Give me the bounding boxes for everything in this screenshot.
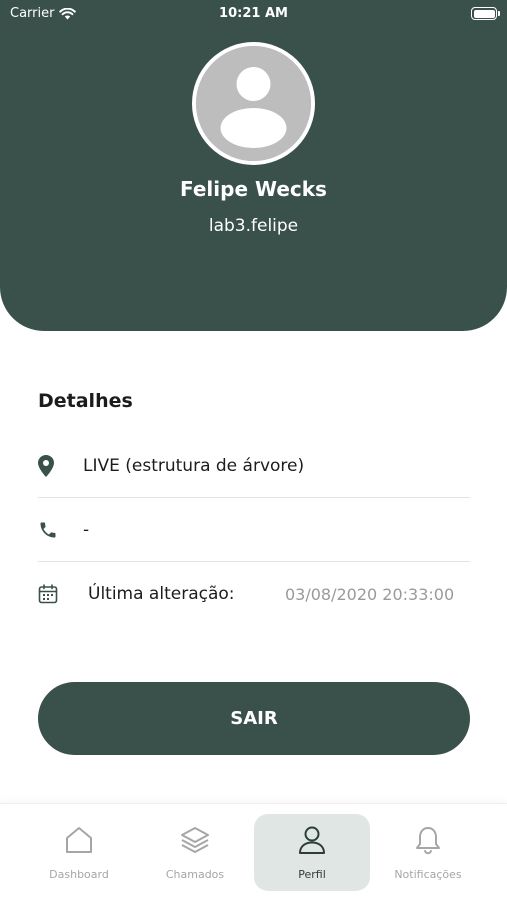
phone-row: -	[38, 498, 470, 562]
battery-icon	[471, 7, 500, 20]
nav-item-notificacoes[interactable]: Notificações	[370, 814, 486, 891]
battery-fill	[473, 9, 495, 18]
nav-label-chamados: Chamados	[165, 868, 225, 881]
calendar-icon	[38, 584, 60, 604]
home-icon	[63, 822, 95, 858]
layers-icon	[179, 822, 211, 858]
last-change-label: Última alteração:	[88, 584, 235, 604]
nav-item-dashboard[interactable]: Dashboard	[21, 814, 137, 891]
last-change-value: 03/08/2020 20:33:00	[285, 584, 455, 604]
profile-username: lab3.felipe	[208, 216, 299, 236]
nav-label-notificacoes: Notificações	[394, 868, 462, 881]
nav-label-dashboard: Dashboard	[49, 868, 109, 881]
nav-item-chamados[interactable]: Chamados	[137, 814, 253, 891]
phone-icon	[38, 520, 60, 540]
bottom-nav: Dashboard Chamados Perfil Notificações	[0, 803, 507, 900]
bell-icon	[412, 822, 444, 858]
location-value: LIVE (estrutura de árvore)	[83, 455, 305, 476]
last-change-row: Última alteração: 03/08/2020 20:33:00	[38, 562, 470, 626]
status-time: 10:21 AM	[219, 6, 288, 21]
phone-value: -	[83, 519, 90, 540]
profile-header: Felipe Wecks lab3.felipe	[0, 0, 507, 331]
nav-label-perfil: Perfil	[298, 868, 326, 881]
location-row: LIVE (estrutura de árvore)	[38, 434, 470, 498]
details-title: Detalhes	[38, 390, 133, 412]
user-icon	[296, 822, 328, 858]
avatar	[192, 42, 315, 165]
user-placeholder-icon	[196, 46, 311, 161]
logout-button[interactable]: SAIR	[38, 682, 470, 755]
status-bar: Carrier 10:21 AM	[0, 0, 507, 30]
profile-name: Felipe Wecks	[180, 177, 327, 201]
nav-item-perfil[interactable]: Perfil	[254, 814, 370, 891]
location-pin-icon	[38, 454, 60, 477]
